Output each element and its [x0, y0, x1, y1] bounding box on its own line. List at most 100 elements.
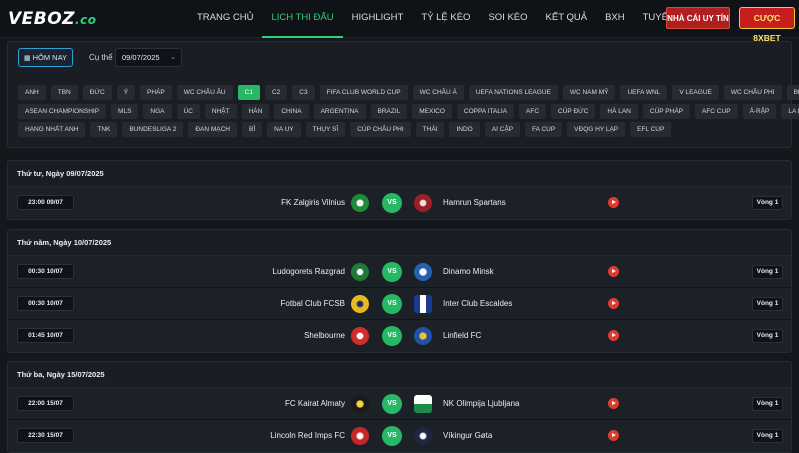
top-navbar: VEBOZ.co TRANG CHỦ LỊCH THI ĐẤU HIGHLIGHT T… [0, 0, 799, 43]
round-badge: Vòng 1 [752, 429, 783, 443]
league-chip[interactable]: NGA [143, 103, 172, 119]
today-label: HÔM NAY [32, 53, 68, 62]
league-chip[interactable]: ÚC [176, 103, 200, 119]
league-chip[interactable]: C1 [237, 85, 260, 100]
league-chip[interactable]: THỤY SĨ [305, 122, 346, 137]
nav-item[interactable]: BXH [596, 0, 634, 38]
league-chip[interactable]: NA UY [267, 122, 301, 137]
league-chip[interactable]: COPPA ITALIA [456, 103, 515, 119]
today-button[interactable]: ▦ HÔM NAY [18, 48, 73, 67]
league-chip[interactable]: EFL CUP [630, 122, 672, 137]
match-time: 22:00 15/07 [17, 396, 74, 411]
league-chip[interactable]: HẠNG NHẤT ANH [18, 122, 86, 137]
away-team-name[interactable]: NK Olimpija Ljubljana [443, 388, 519, 420]
league-chip[interactable]: WC NAM MỸ [562, 85, 616, 100]
nav-item[interactable]: LỊCH THI ĐẤU [262, 0, 343, 38]
league-chip[interactable]: THÁI [415, 122, 445, 137]
nav-item[interactable]: HIGHLIGHT [343, 0, 413, 38]
away-team-name[interactable]: Víkingur Gøta [443, 420, 492, 452]
away-team-name[interactable]: Inter Club Escaldes [443, 288, 512, 320]
league-chip[interactable]: PHÁP [140, 85, 172, 100]
chip-row: ANH TBN ĐỨC Ý PHÁP WC CHÂU ÂU C1 C2 C3 FIFA CLUB … [18, 85, 799, 100]
main-nav: TRANG CHỦ LỊCH THI ĐẤU HIGHLIGHT TỶ LỆ KÈO S… [188, 0, 714, 38]
home-team-name[interactable]: FK Zalgiris Vilnius [281, 187, 345, 219]
league-chip[interactable]: HÀN [241, 103, 270, 119]
round-badge: Vòng 1 [752, 297, 783, 311]
nav-item[interactable]: SOI KÈO [479, 0, 536, 38]
away-team-crest-icon [414, 427, 432, 445]
live-play-icon[interactable] [608, 398, 619, 409]
home-team-name[interactable]: Lincoln Red Imps FC [270, 420, 345, 452]
nav-item[interactable]: TỶ LỆ KÈO [412, 0, 479, 38]
league-chip[interactable]: FIFA CLUB WORLD CUP [319, 85, 408, 100]
league-chip[interactable]: AFC [519, 103, 547, 119]
league-chip[interactable]: MLS [111, 103, 139, 119]
match-time: 22:30 15/07 [17, 428, 74, 443]
live-play-icon[interactable] [608, 298, 619, 309]
match-row[interactable]: 01:45 10/07 Shelbourne VS Linfield FC Vòng 1 [8, 320, 791, 352]
league-chip[interactable]: ASEAN CHAMPIONSHIP [18, 103, 107, 119]
away-team-name[interactable]: Hamrun Spartans [443, 187, 506, 219]
match-row[interactable]: 00:30 10/07 Ludogorets Razgrad VS Dinamo Mi… [8, 256, 791, 288]
league-chip[interactable]: Ả-RẬP [742, 103, 777, 119]
league-chip[interactable]: Ý [116, 85, 136, 100]
league-chip[interactable]: VĐQG HY LẠP [567, 122, 626, 137]
league-chip[interactable]: CÚP PHÁP [642, 103, 690, 119]
home-team-name[interactable]: FC Kairat Almaty [285, 388, 345, 420]
match-row[interactable]: 22:00 15/07 FC Kairat Almaty VS NK Olimpija… [8, 388, 791, 420]
home-team-name[interactable]: Shelbourne [304, 320, 345, 352]
league-chip[interactable]: AFC CUP [695, 103, 738, 119]
home-team-name[interactable]: Ludogorets Razgrad [273, 256, 346, 288]
league-chip[interactable]: TNK [90, 122, 118, 137]
league-chip[interactable]: UEFA WNL [620, 85, 668, 100]
league-chip[interactable]: V LEAGUE [672, 85, 719, 100]
league-chip[interactable]: WC CHÂU PHI [723, 85, 782, 100]
league-chip[interactable]: CÚP ĐỨC [551, 103, 596, 119]
league-chip[interactable]: BUNDESLIGA 2 [122, 122, 184, 137]
bet-8xbet-button[interactable]: CƯỢC 8XBET [739, 7, 795, 43]
site-logo[interactable]: VEBOZ.co [8, 9, 96, 29]
league-filter-panel: ▦ HÔM NAY Cụ thể 09/07/2025 ⌄ ANH TBN ĐỨC Ý P… [7, 41, 799, 148]
league-chip[interactable]: CHINA [274, 103, 309, 119]
match-time: 01:45 10/07 [17, 328, 74, 343]
live-play-icon[interactable] [608, 266, 619, 277]
league-chip[interactable]: C3 [292, 85, 315, 100]
league-chip[interactable]: BỈ [241, 122, 263, 137]
league-chip[interactable]: INDO [449, 122, 480, 137]
away-team-name[interactable]: Dinamo Minsk [443, 256, 494, 288]
home-team-name[interactable]: Fotbal Club FCSB [281, 288, 345, 320]
league-chip[interactable]: BRAZIL [370, 103, 408, 119]
away-team-name[interactable]: Linfield FC [443, 320, 481, 352]
match-row[interactable]: 22:30 15/07 Lincoln Red Imps FC VS Víkingur… [8, 420, 791, 452]
league-chip[interactable]: AI CẬP [484, 122, 521, 137]
league-chip[interactable]: CÚP CHÂU PHI [350, 122, 411, 137]
league-chip[interactable]: ĐAN MẠCH [188, 122, 237, 137]
nav-item[interactable]: TRANG CHỦ [188, 0, 262, 38]
league-chip[interactable]: UEFA NATIONS LEAGUE [468, 85, 558, 100]
live-play-icon[interactable] [608, 330, 619, 341]
live-play-icon[interactable] [608, 197, 619, 208]
league-chip[interactable]: WC CHÂU Á [412, 85, 464, 100]
vs-badge: VS [382, 426, 402, 446]
nav-item[interactable]: KẾT QUẢ [537, 0, 597, 38]
league-chip[interactable]: FA CUP [525, 122, 563, 137]
match-row[interactable]: 00:30 10/07 Fotbal Club FCSB VS Inter Club … [8, 288, 791, 320]
vs-badge: VS [382, 294, 402, 314]
live-play-icon[interactable] [608, 430, 619, 441]
league-chip[interactable]: TBN [50, 85, 78, 100]
league-chip[interactable]: NHẬT [204, 103, 237, 119]
logo-tld-text: .co [75, 13, 97, 27]
league-chip[interactable]: LA LIGA2 [781, 103, 799, 119]
match-row[interactable]: 23:00 09/07 FK Zalgiris Vilnius VS Hamrun S… [8, 187, 791, 219]
league-chip[interactable]: ĐỨC [82, 85, 112, 100]
league-chip[interactable]: MEXICO [412, 103, 452, 119]
league-chip[interactable]: BĐN [786, 85, 799, 100]
round-badge: Vòng 1 [752, 265, 783, 279]
league-chip[interactable]: WC CHÂU ÂU [176, 85, 233, 100]
league-chip[interactable]: ARGENTINA [313, 103, 366, 119]
date-select[interactable]: 09/07/2025 ⌄ [115, 48, 182, 67]
league-chip[interactable]: C2 [264, 85, 288, 100]
league-chip[interactable]: HÀ LAN [600, 103, 638, 119]
trusted-bookmaker-button[interactable]: NHÀ CÁI UY TÍN [666, 7, 730, 29]
league-chip[interactable]: ANH [18, 85, 46, 100]
